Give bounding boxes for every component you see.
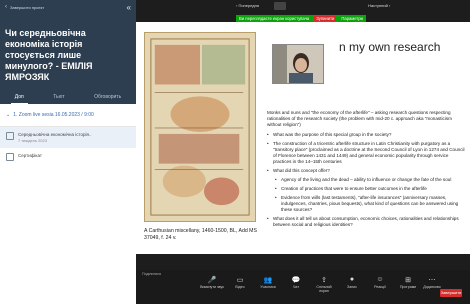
mute-button[interactable]: 🎤 Вимкнути звук xyxy=(200,276,224,289)
participants-label: Учасники xyxy=(260,285,276,289)
course-title: Чи середньовічна економіка історія стосу… xyxy=(5,28,93,82)
speaker-avatar xyxy=(273,45,323,83)
video-lesson-icon xyxy=(6,132,14,140)
participants-icon: 👥 xyxy=(263,277,273,284)
meeting-toolbar: Поділитися 🎤 Вимкнути звук ▭ Відео 👥 Уча… xyxy=(136,270,470,304)
bullet: What was the purpose of this special gro… xyxy=(267,132,467,138)
speaker-video xyxy=(272,44,324,84)
more-label: Додатково xyxy=(423,285,441,289)
session-label: 1. Zoom live sesia 16.05.2023 / 9:00 xyxy=(13,112,94,118)
share-label: Поділитися xyxy=(142,272,161,276)
record-indicator xyxy=(274,2,286,10)
bullet: What did this concept offer? xyxy=(267,168,467,174)
tab-tutor[interactable]: Тьют xyxy=(49,92,68,102)
chat-button[interactable]: 💬 Чат xyxy=(284,276,308,289)
slide-body: Monks and nuns and "the economy of the a… xyxy=(267,110,467,231)
more-icon: ⋯ xyxy=(428,277,436,284)
bullet: The construction of a tricentric afterli… xyxy=(267,141,467,165)
stop-share-button[interactable]: Зупинити xyxy=(314,16,337,21)
banner-text: Ви переглядаєте екран користувача xyxy=(239,16,310,21)
item-sub: 7 тиждень 2023 xyxy=(18,138,47,143)
lesson-nav: ‹ Попередня Наступний › xyxy=(136,2,470,10)
collapse-sidebar-icon[interactable]: « xyxy=(127,3,131,12)
apps-label: Програми xyxy=(399,285,417,289)
lesson-list: ⌄ 1. Zoom live sesia 16.05.2023 / 9:00 С… xyxy=(0,104,136,166)
certificate-icon xyxy=(6,153,14,161)
item-title: Середньовічна економічна історія.. xyxy=(18,132,92,137)
back-label: Завершити проект xyxy=(10,4,45,10)
record-label: Запис xyxy=(347,285,357,289)
prev-button[interactable]: ‹ Попередня xyxy=(236,3,259,8)
reactions-icon: ☺ xyxy=(376,276,384,283)
microphone-icon: 🎤 xyxy=(207,277,217,284)
more-button[interactable]: ⋯ Додатково xyxy=(420,276,444,289)
participants-button[interactable]: 👥 Учасники xyxy=(256,276,280,289)
chevron-left-icon: ‹ xyxy=(5,4,7,10)
chevron-down-icon: ⌄ xyxy=(6,112,11,118)
share-screen-button[interactable]: ⇪ Спільний екран xyxy=(312,276,336,293)
back-link[interactable]: ‹ Завершити проект xyxy=(5,4,131,10)
slide-title: n my own research xyxy=(339,40,441,54)
list-item[interactable]: Середньовічна економічна історія.. 7 тиж… xyxy=(0,127,136,148)
chat-label: Чат xyxy=(293,285,299,289)
sub-bullet: Agency of the living and the dead – abil… xyxy=(267,177,467,183)
tab-discussion[interactable]: Обговорить xyxy=(90,92,125,102)
sidebar-header: ‹ Завершити проект « Чи середньовічна ек… xyxy=(0,0,136,90)
bullet: What does it all tell us about consumpti… xyxy=(267,216,467,228)
course-sidebar: ‹ Завершити проект « Чи середньовічна ек… xyxy=(0,0,136,304)
tab-lessons[interactable]: Доп xyxy=(10,92,28,105)
item-title: Сертифікат xyxy=(18,153,42,158)
sidebar-tabs: Доп Тьют Обговорить xyxy=(0,90,136,105)
manuscript-image xyxy=(144,32,256,222)
meeting-area: ‹ Попередня Наступний › Ви переглядаєте … xyxy=(136,0,470,304)
reactions-button[interactable]: ☺ Реакції xyxy=(368,276,392,289)
share-screen-icon: ⇪ xyxy=(321,277,327,284)
slide-intro: Monks and nuns and "the economy of the a… xyxy=(267,110,452,127)
end-meeting-button[interactable]: Завершити xyxy=(440,289,462,297)
video-button[interactable]: ▭ Відео xyxy=(228,276,252,289)
record-icon: ● xyxy=(349,276,355,283)
reactions-label: Реакції xyxy=(374,285,386,289)
screenshare-banner: Ви переглядаєте екран користувача Зупини… xyxy=(236,15,367,22)
options-button[interactable]: Параметри xyxy=(341,16,363,21)
mute-label: Вимкнути звук xyxy=(200,285,224,289)
share-screen-label: Спільний екран xyxy=(316,285,332,293)
apps-icon: ⊞ xyxy=(405,277,411,284)
session-header[interactable]: ⌄ 1. Zoom live sesia 16.05.2023 / 9:00 xyxy=(0,104,136,127)
list-item[interactable]: Сертифікат xyxy=(0,148,136,166)
shared-slide: A Carthusian miscellany, 1460-1500, BL, … xyxy=(136,22,470,254)
apps-button[interactable]: ⊞ Програми xyxy=(396,276,420,289)
chat-icon: 💬 xyxy=(291,277,301,284)
record-button[interactable]: ● Запис xyxy=(340,276,364,289)
next-button[interactable]: Наступний › xyxy=(368,3,390,8)
video-label: Відео xyxy=(235,285,245,289)
sub-bullet: Evidence from wills (last testaments), "… xyxy=(267,195,467,213)
image-caption: A Carthusian miscellany, 1460-1500, BL, … xyxy=(144,228,257,241)
camera-icon: ▭ xyxy=(236,277,244,284)
sub-bullet: Creation of practices that were to ensur… xyxy=(267,186,467,192)
